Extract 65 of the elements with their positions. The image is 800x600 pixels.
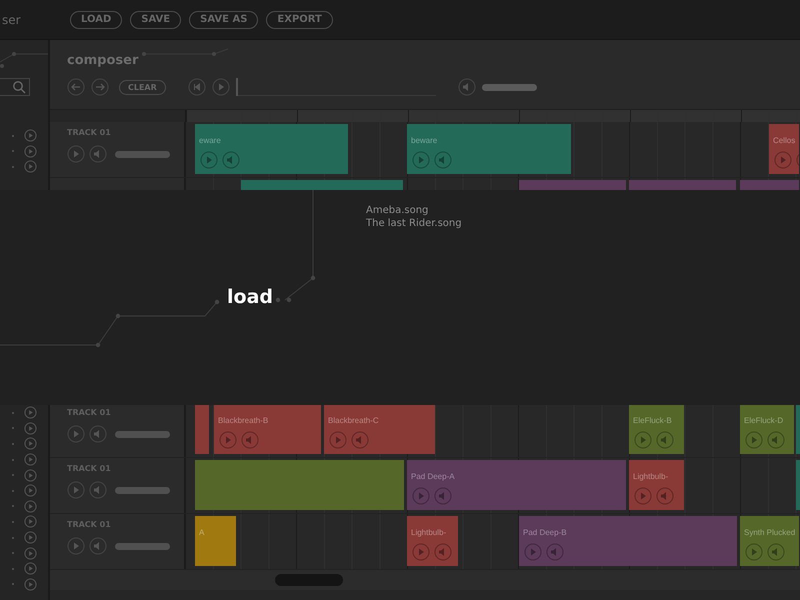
play-icon[interactable] bbox=[24, 422, 37, 435]
play-icon[interactable] bbox=[212, 78, 230, 96]
scrollbar-thumb[interactable] bbox=[275, 574, 343, 586]
position-slider[interactable] bbox=[236, 78, 436, 96]
skip-back-icon[interactable] bbox=[188, 78, 206, 96]
clip-name: EleFluck-B bbox=[633, 416, 672, 425]
play-icon[interactable] bbox=[24, 546, 37, 560]
play-icon[interactable] bbox=[24, 437, 37, 450]
play-icon[interactable] bbox=[24, 160, 37, 174]
play-icon[interactable] bbox=[67, 425, 85, 443]
playhead[interactable] bbox=[236, 78, 238, 96]
volume-bar[interactable] bbox=[115, 486, 170, 494]
clip[interactable] bbox=[195, 460, 404, 510]
composer-title: composer bbox=[67, 53, 138, 68]
app-title: ser bbox=[1, 12, 22, 26]
clip-name: beware bbox=[411, 136, 438, 145]
play-icon[interactable] bbox=[24, 515, 37, 528]
play-icon[interactable] bbox=[24, 129, 37, 142]
clip-name: Pad Deep-A bbox=[411, 472, 455, 481]
speaker-icon[interactable] bbox=[89, 481, 107, 499]
clip-name: Lightbulb- bbox=[411, 528, 446, 537]
toolbar-button[interactable]: SAVE AS bbox=[189, 10, 258, 28]
play-icon[interactable] bbox=[24, 484, 37, 498]
clip-name: Lightbulb- bbox=[633, 472, 668, 481]
redo-icon[interactable] bbox=[91, 78, 109, 96]
clip[interactable]: A bbox=[195, 516, 236, 566]
play-icon[interactable] bbox=[24, 578, 37, 591]
clip[interactable]: Cellos bbox=[769, 124, 799, 174]
play-icon[interactable] bbox=[24, 453, 37, 466]
play-icon[interactable] bbox=[67, 145, 85, 163]
play-icon[interactable] bbox=[24, 144, 37, 158]
search-field[interactable] bbox=[0, 78, 30, 96]
speaker-icon[interactable] bbox=[89, 145, 107, 163]
play-icon[interactable] bbox=[24, 531, 37, 544]
volume-bar[interactable] bbox=[115, 150, 170, 158]
toolbar-button[interactable]: EXPORT bbox=[266, 10, 333, 28]
play-icon[interactable] bbox=[24, 500, 37, 513]
speaker-icon[interactable] bbox=[458, 78, 476, 96]
clip-name: EleFluck-D bbox=[744, 416, 784, 425]
toolbar-button[interactable]: SAVE bbox=[130, 10, 182, 28]
dialog-title: load bbox=[227, 286, 273, 308]
search-icon bbox=[12, 80, 26, 94]
clip-name: A bbox=[199, 528, 204, 537]
play-icon[interactable] bbox=[24, 406, 37, 420]
file-item[interactable]: The last Rider.song bbox=[366, 217, 462, 230]
undo-icon[interactable] bbox=[67, 78, 85, 96]
clip-name: Pad Deep-B bbox=[523, 528, 567, 537]
play-icon[interactable] bbox=[24, 562, 37, 576]
volume-bar[interactable] bbox=[115, 542, 170, 550]
volume-bar[interactable] bbox=[115, 430, 170, 438]
toolbar-button[interactable]: LOAD bbox=[70, 10, 122, 28]
play-icon[interactable] bbox=[24, 468, 37, 482]
speaker-icon[interactable] bbox=[89, 537, 107, 555]
speaker-icon[interactable] bbox=[89, 425, 107, 443]
clip-name: Blackbreath-C bbox=[328, 416, 379, 425]
clip-name: Cellos bbox=[773, 136, 796, 145]
clip-name: eware bbox=[199, 136, 221, 145]
play-icon[interactable] bbox=[67, 481, 85, 499]
clear-button[interactable]: CLEAR bbox=[119, 80, 166, 94]
clip-name: Synth Plucked bbox=[744, 528, 796, 537]
file-item[interactable]: Ameba.song bbox=[366, 204, 462, 217]
volume-bar[interactable] bbox=[482, 84, 537, 90]
play-icon[interactable] bbox=[67, 537, 85, 555]
clip-name: Blackbreath-B bbox=[218, 416, 268, 425]
clip[interactable] bbox=[195, 404, 209, 454]
